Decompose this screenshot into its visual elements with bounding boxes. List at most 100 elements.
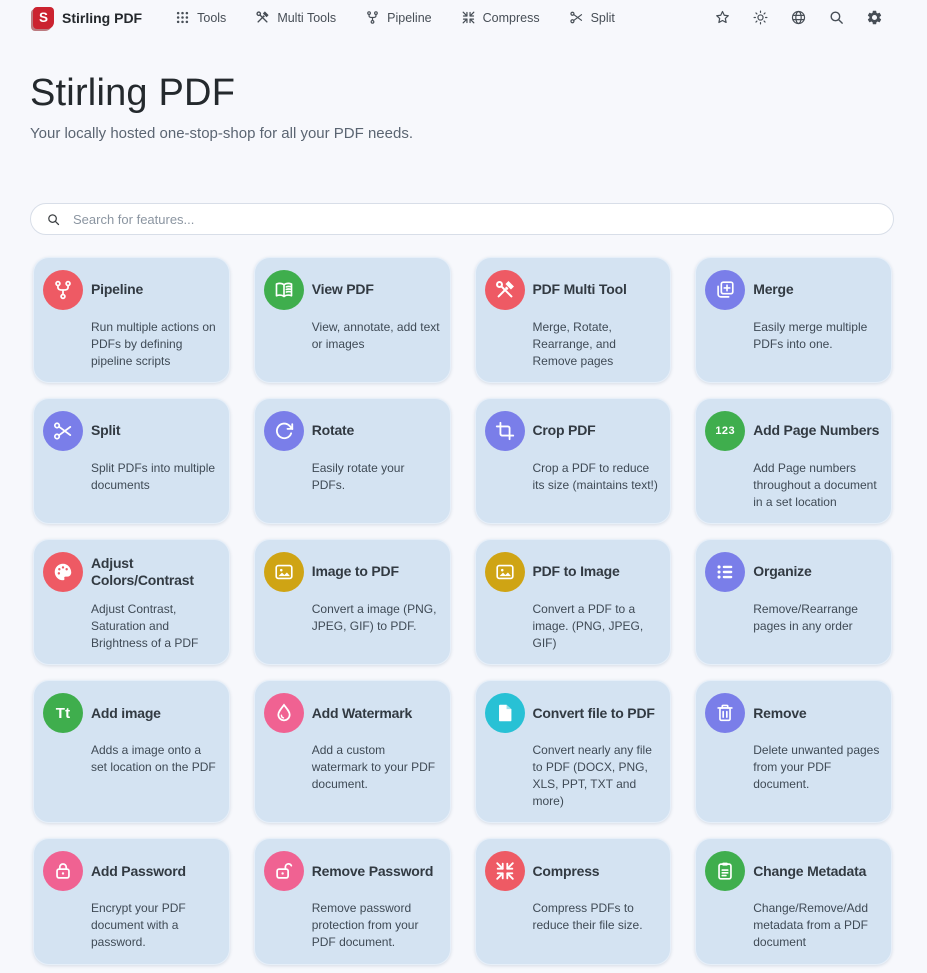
card-title: Add Page Numbers xyxy=(753,422,882,440)
compress-icon xyxy=(485,851,525,891)
lock-open-icon xyxy=(264,851,304,891)
card-title: Add Password xyxy=(91,863,220,881)
multi-tools-icon xyxy=(255,10,270,25)
merge-layers-icon xyxy=(705,270,745,310)
scissors-icon xyxy=(569,10,584,25)
card-description: Remove/Rearrange pages in any order xyxy=(753,601,882,635)
card-title: Add image xyxy=(91,705,220,723)
nav-item-multi-tools[interactable]: Multi Tools xyxy=(255,10,336,25)
lock-icon xyxy=(43,851,83,891)
card-title: Organize xyxy=(753,563,882,581)
nav-item-label: Split xyxy=(591,11,615,25)
scissors-icon xyxy=(43,411,83,451)
page-header: Stirling PDF Your locally hosted one-sto… xyxy=(0,72,927,142)
card-merge[interactable]: MergeEasily merge multiple PDFs into one… xyxy=(695,257,892,383)
card-title: PDF Multi Tool xyxy=(533,281,662,299)
search-icon xyxy=(46,212,61,227)
card-description: View, annotate, add text or images xyxy=(312,319,441,353)
card-title: Adjust Colors/Contrast xyxy=(91,555,220,590)
card-title: Remove xyxy=(753,705,882,723)
card-description: Compress PDFs to reduce their file size. xyxy=(533,900,662,934)
card-title: Pipeline xyxy=(91,281,220,299)
card-description: Delete unwanted pages from your PDF docu… xyxy=(753,742,882,793)
nav-item-label: Multi Tools xyxy=(277,11,336,25)
card-title: Change Metadata xyxy=(753,863,882,881)
card-pdf-multi-tool[interactable]: PDF Multi Tool Merge, Rotate, Rearrange, … xyxy=(475,257,672,383)
nav-item-pipeline[interactable]: Pipeline xyxy=(365,10,431,25)
card-title: Image to PDF xyxy=(312,563,441,581)
book-open-icon xyxy=(264,270,304,310)
trash-icon xyxy=(705,693,745,733)
card-description: Add a custom watermark to your PDF docum… xyxy=(312,742,441,793)
grid-icon xyxy=(175,10,190,25)
crop-icon xyxy=(485,411,525,451)
card-convert-file-to-pdf[interactable]: Convert file to PDFConvert nearly any fi… xyxy=(475,680,672,823)
card-description: Crop a PDF to reduce its size (maintains… xyxy=(533,460,662,494)
card-description: Run multiple actions on PDFs by defining… xyxy=(91,319,220,370)
palette-icon xyxy=(43,552,83,592)
card-adjust-colors-contrast[interactable]: Adjust Colors/ContrastAdjust Contrast, S… xyxy=(33,539,230,665)
card-organize[interactable]: Organize Remove/Rearrange pages in any or… xyxy=(695,539,892,665)
list-icon xyxy=(705,552,745,592)
card-split[interactable]: Split Split PDFs into multiple documents xyxy=(33,398,230,524)
text-Tt-icon: Tt xyxy=(43,693,83,733)
card-crop-pdf[interactable]: Crop PDF Crop a PDF to reduce its size (m… xyxy=(475,398,672,524)
card-remove[interactable]: Remove Delete unwanted pages from your PD… xyxy=(695,680,892,823)
card-title: Rotate xyxy=(312,422,441,440)
card-description: Remove password protection from your PDF… xyxy=(312,900,441,951)
card-pdf-to-image[interactable]: PDF to ImageConvert a PDF to a image. (P… xyxy=(475,539,672,665)
stirling-logo-icon: S xyxy=(33,7,54,29)
feature-search xyxy=(30,203,894,235)
theme-toggle-button[interactable] xyxy=(752,9,769,26)
pipeline-icon xyxy=(43,270,83,310)
card-title: Crop PDF xyxy=(533,422,662,440)
nav-item-label: Compress xyxy=(483,11,540,25)
nav-item-label: Tools xyxy=(197,11,226,25)
nav-item-split[interactable]: Split xyxy=(569,10,615,25)
image-icon xyxy=(485,552,525,592)
card-description: Change/Remove/Add metadata from a PDF do… xyxy=(753,900,882,951)
page-title: Stirling PDF xyxy=(30,72,897,115)
search-input[interactable] xyxy=(71,211,878,228)
favourites-button[interactable] xyxy=(714,9,731,26)
clipboard-icon xyxy=(705,851,745,891)
card-title: PDF to Image xyxy=(533,563,662,581)
nav-item-compress[interactable]: Compress xyxy=(461,10,540,25)
card-title: View PDF xyxy=(312,281,441,299)
card-compress[interactable]: CompressCompress PDFs to reduce their fi… xyxy=(475,838,672,964)
top-navbar: S Stirling PDF Tools Multi Tools Pipeline C… xyxy=(0,0,927,33)
card-add-page-numbers[interactable]: 123Add Page NumbersAdd Page numbers thro… xyxy=(695,398,892,524)
search-button[interactable] xyxy=(828,9,845,26)
card-rotate[interactable]: Rotate Easily rotate your PDFs. xyxy=(254,398,451,524)
card-description: Easily rotate your PDFs. xyxy=(312,460,441,494)
card-view-pdf[interactable]: View PDF View, annotate, add text or imag… xyxy=(254,257,451,383)
card-description: Easily merge multiple PDFs into one. xyxy=(753,319,882,353)
multi-tools-icon xyxy=(485,270,525,310)
card-description: Convert a image (PNG, JPEG, GIF) to PDF. xyxy=(312,601,441,635)
brand-label: Stirling PDF xyxy=(62,10,142,26)
brand[interactable]: S Stirling PDF xyxy=(33,7,142,29)
droplet-icon xyxy=(264,693,304,733)
language-button[interactable] xyxy=(790,9,807,26)
rotate-icon xyxy=(264,411,304,451)
card-title: Split xyxy=(91,422,220,440)
card-image-to-pdf[interactable]: Image to PDF Convert a image (PNG, JPEG, … xyxy=(254,539,451,665)
nav-menu: Tools Multi Tools Pipeline Compress Split xyxy=(175,10,615,25)
card-change-metadata[interactable]: Change Metadata Change/Remove/Add metadat… xyxy=(695,838,892,964)
gear-icon xyxy=(866,14,883,29)
settings-button[interactable] xyxy=(866,9,883,26)
image-icon xyxy=(264,552,304,592)
compress-icon xyxy=(461,10,476,25)
card-remove-password[interactable]: Remove PasswordRemove password protectio… xyxy=(254,838,451,964)
card-add-watermark[interactable]: Add Watermark Add a custom watermark to y… xyxy=(254,680,451,823)
card-add-password[interactable]: Add Password Encrypt your PDF document wi… xyxy=(33,838,230,964)
card-add-image[interactable]: TtAdd imageAdds a image onto a set locat… xyxy=(33,680,230,823)
card-description: Split PDFs into multiple documents xyxy=(91,460,220,494)
file-icon xyxy=(485,693,525,733)
card-title: Add Watermark xyxy=(312,705,441,723)
nav-item-tools[interactable]: Tools xyxy=(175,10,226,25)
sun-icon xyxy=(752,14,769,29)
card-pipeline[interactable]: Pipeline Run multiple actions on PDFs by … xyxy=(33,257,230,383)
card-description: Encrypt your PDF document with a passwor… xyxy=(91,900,220,951)
card-description: Merge, Rotate, Rearrange, and Remove pag… xyxy=(533,319,662,370)
